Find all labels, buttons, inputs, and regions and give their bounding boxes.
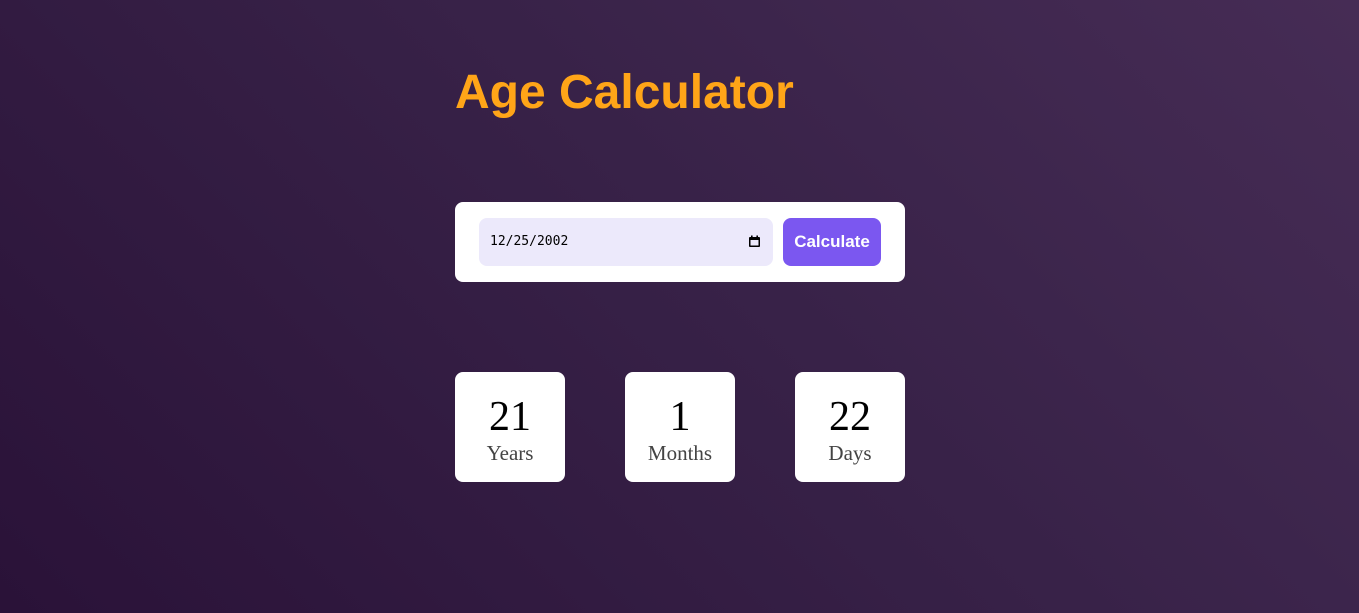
months-label: Months xyxy=(647,441,713,465)
days-label: Days xyxy=(828,441,872,465)
years-value: 21 xyxy=(489,394,531,440)
page-title: Age Calculator xyxy=(455,66,794,119)
months-value: 1 xyxy=(669,394,691,440)
years-result: 21 Years xyxy=(455,372,565,482)
calculate-button[interactable]: Calculate xyxy=(783,218,881,266)
years-label: Years xyxy=(486,441,534,465)
input-card: 12/25/2002 Calculate xyxy=(455,202,905,282)
days-result: 22 Days xyxy=(795,372,905,482)
months-result: 1 Months xyxy=(625,372,735,482)
birthdate-input[interactable]: 12/25/2002 xyxy=(479,218,773,266)
days-value: 22 xyxy=(829,394,871,440)
birthdate-value: 12/25/2002 xyxy=(490,234,569,249)
calendar-icon[interactable] xyxy=(748,235,761,248)
